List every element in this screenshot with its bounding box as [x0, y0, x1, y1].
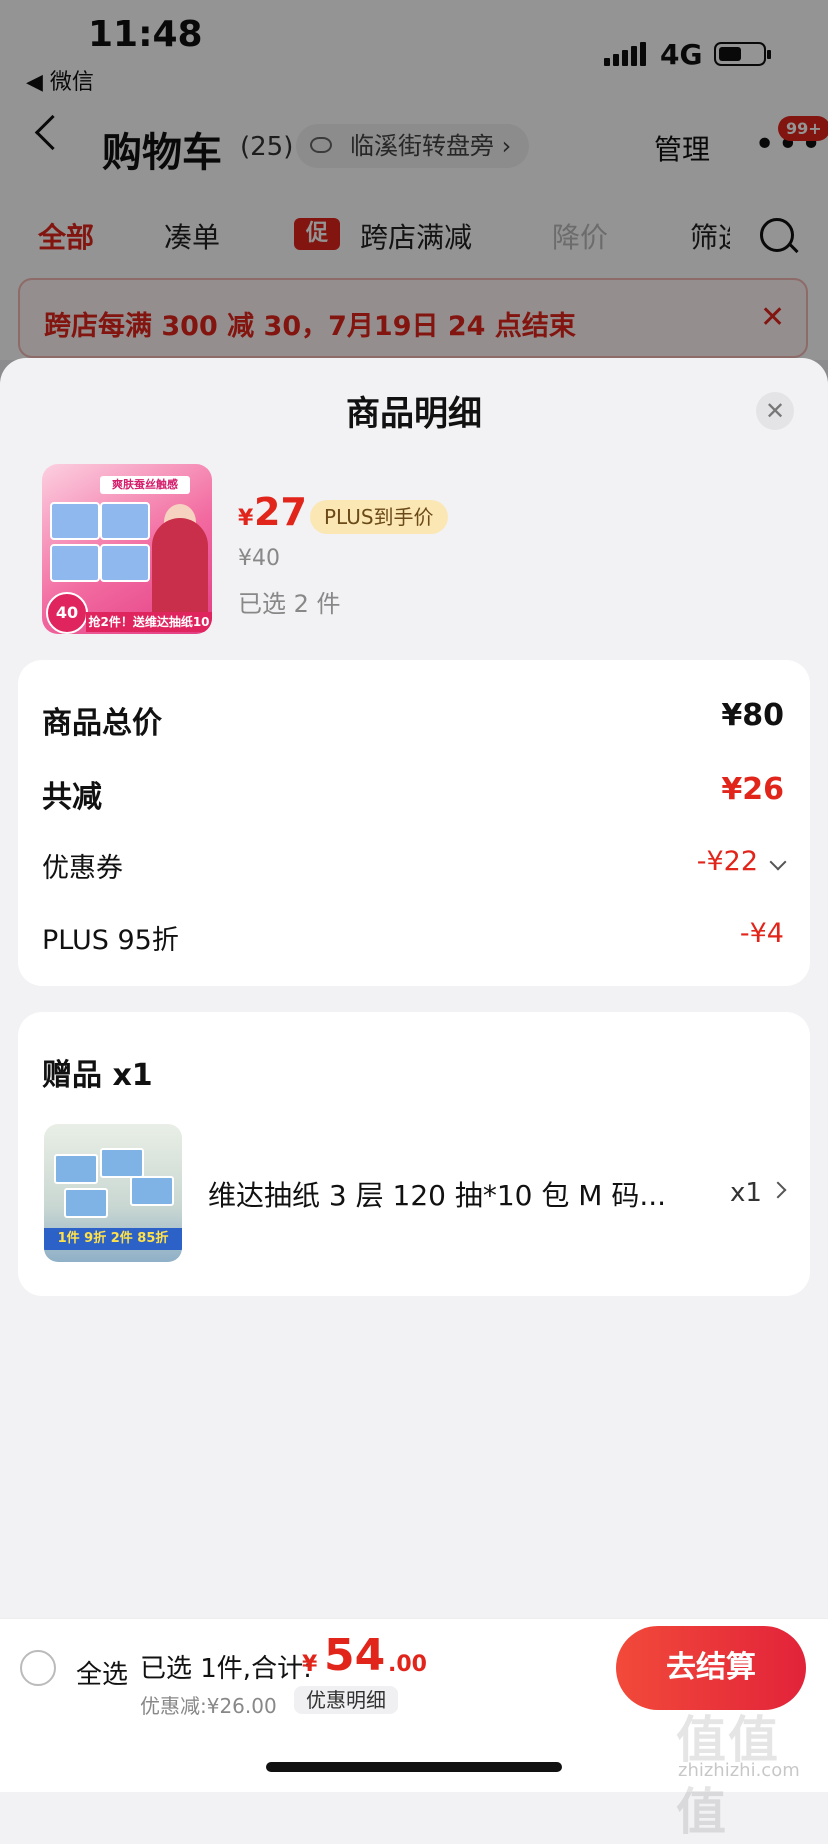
total-amount: 54 [324, 1630, 386, 1681]
thumb-badge: 40 [46, 592, 88, 634]
product-thumbnail[interactable]: 爽肤蚕丝触感 40 抢2件！送维达抽纸10包 [42, 464, 212, 634]
total-summary-label: 已选 1件,合计: [140, 1654, 312, 1684]
discount-text: 优惠减:¥26.00 [140, 1694, 277, 1718]
total-decimal: .00 [388, 1652, 427, 1677]
gift-title: 赠品 x1 [42, 1058, 153, 1093]
selected-count: 已选 2 件 [238, 590, 341, 618]
reduce-label: 共减 [42, 780, 102, 815]
gift-thumbnail[interactable]: 1件 9折 2件 85折 [44, 1124, 182, 1262]
original-price: ¥40 [238, 546, 280, 571]
watermark-domain: zhizhizhi.com [678, 1760, 800, 1781]
select-all-label[interactable]: 全选 [76, 1654, 128, 1691]
plus-price-tag: PLUS到手价 [310, 500, 448, 534]
sheet-title: 商品明细 [346, 394, 482, 434]
coupon-value[interactable]: -¥22 [697, 846, 758, 877]
checkout-button[interactable]: 去结算 [616, 1626, 806, 1710]
plus-discount-value: -¥4 [739, 918, 784, 949]
product-price: 27 [254, 490, 307, 534]
thumb-strip: 抢2件！送维达抽纸10包 [86, 612, 212, 632]
discount-detail-button[interactable]: 优惠明细 [294, 1686, 398, 1714]
price-currency: ¥ [238, 506, 254, 531]
gift-thumb-bar: 1件 9折 2件 85折 [44, 1228, 182, 1250]
close-icon[interactable]: ✕ [756, 392, 794, 430]
gift-qty: x1 [730, 1178, 762, 1208]
total-label: 商品总价 [42, 706, 162, 741]
total-value: ¥80 [721, 698, 784, 733]
thumb-banner: 爽肤蚕丝触感 [100, 476, 190, 494]
select-all-checkbox[interactable] [20, 1650, 56, 1686]
reduce-value: ¥26 [721, 772, 784, 807]
home-indicator[interactable] [266, 1762, 562, 1772]
plus-discount-label: PLUS 95折 [42, 925, 179, 956]
gift-name[interactable]: 维达抽纸 3 层 120 抽*10 包 M 码... [208, 1174, 666, 1214]
coupon-label: 优惠券 [42, 853, 123, 884]
total-currency: ¥ [302, 1652, 318, 1677]
